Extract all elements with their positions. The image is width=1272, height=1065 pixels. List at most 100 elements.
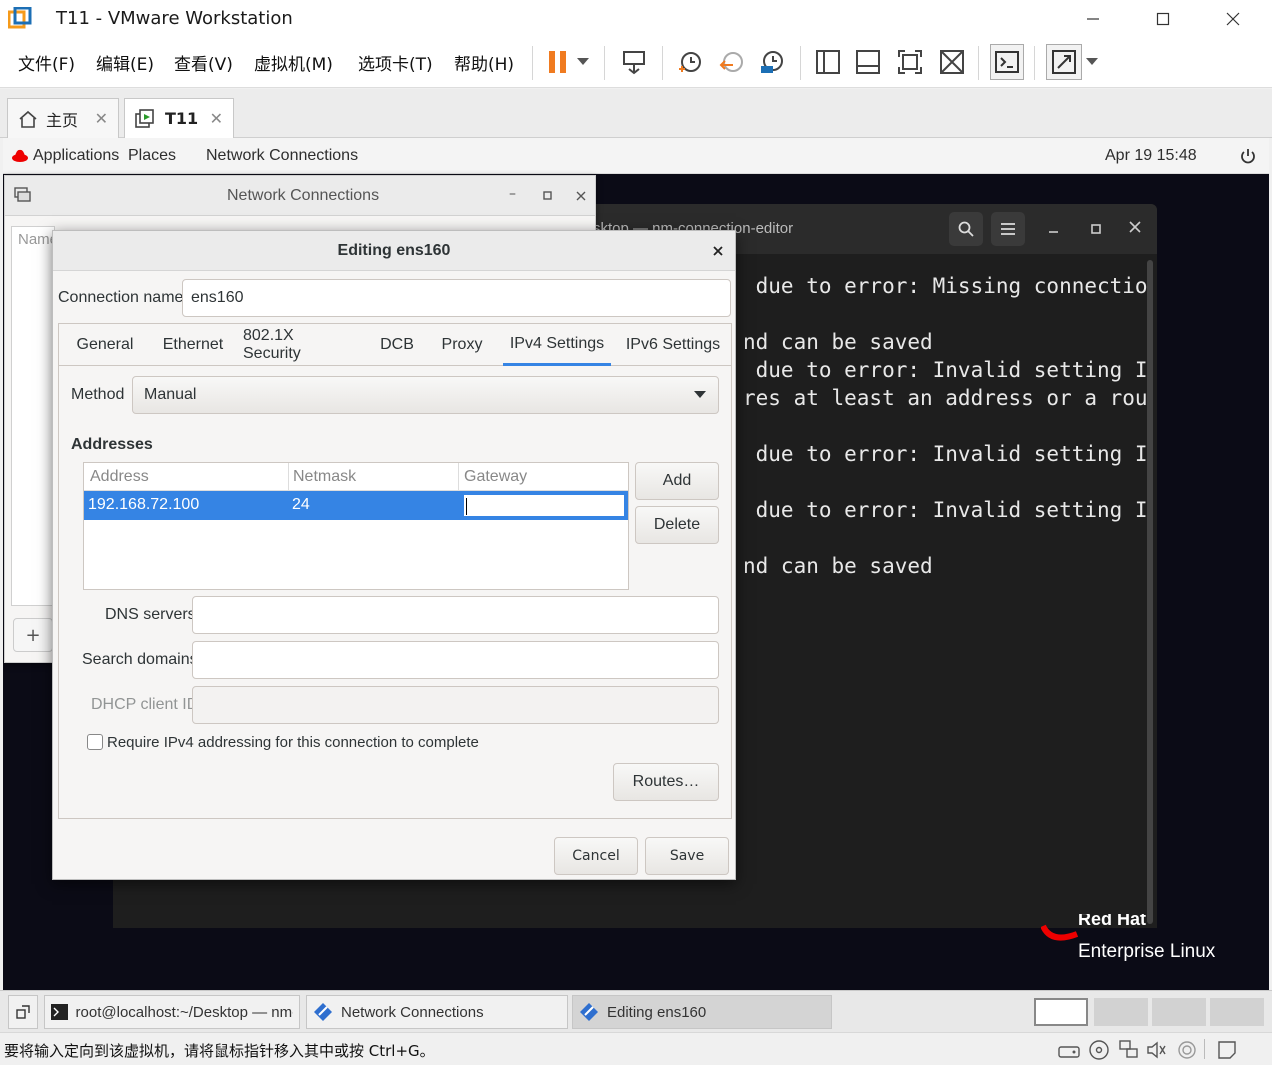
netmask-cell[interactable]: 24 — [292, 496, 310, 514]
task-terminal[interactable]: root@localhost:~/Desktop — nm-… — [44, 995, 300, 1029]
search-domains-field[interactable] — [192, 641, 719, 679]
method-value: Manual — [144, 386, 197, 403]
dns-servers-field[interactable] — [192, 596, 719, 634]
minimize-icon[interactable]: – — [509, 186, 516, 202]
close-icon[interactable]: ✕ — [210, 109, 223, 128]
table-row[interactable]: 192.168.72.100 24 — [84, 491, 628, 520]
workspace-2[interactable] — [1094, 998, 1148, 1026]
tab-general[interactable]: General — [67, 324, 143, 366]
chevron-down-icon[interactable] — [1082, 46, 1102, 78]
places-menu[interactable]: Places — [128, 147, 176, 165]
power-icon[interactable] — [1239, 147, 1257, 165]
tab-dcb[interactable]: DCB — [375, 324, 419, 366]
thumbnail-icon[interactable] — [852, 46, 884, 78]
send-ctrl-alt-del-icon[interactable] — [618, 46, 650, 78]
status-message: 要将输入定向到该虚拟机，请将鼠标指针移入其中或按 Ctrl+G。 — [4, 1042, 435, 1060]
tab-strip: General Ethernet 802.1X Security DCB Pro… — [59, 324, 731, 366]
close-button[interactable] — [1198, 0, 1268, 38]
tab-t11-label: T11 — [165, 109, 199, 128]
maximize-button[interactable] — [1128, 0, 1198, 38]
sound-icon[interactable] — [1146, 1040, 1168, 1060]
applications-menu[interactable]: Applications — [33, 147, 119, 165]
require-ipv4-label: Require IPv4 addressing for this connect… — [107, 734, 479, 751]
close-icon[interactable] — [713, 246, 723, 256]
tab-ipv6-settings[interactable]: IPv6 Settings — [619, 324, 727, 366]
terminal-icon — [51, 1004, 68, 1020]
sidebar-icon[interactable] — [812, 46, 844, 78]
address-cell[interactable]: 192.168.72.100 — [88, 496, 199, 514]
hamburger-menu-icon[interactable] — [991, 212, 1025, 246]
vmware-logo-icon — [7, 6, 32, 31]
pause-icon[interactable] — [542, 46, 574, 78]
tab-8021x-security[interactable]: 802.1X Security — [243, 324, 355, 366]
tab-t11[interactable]: T11 ✕ — [124, 98, 234, 138]
show-desktop-icon[interactable] — [8, 995, 38, 1029]
maximize-icon[interactable] — [1091, 222, 1101, 238]
message-log-icon[interactable] — [1216, 1039, 1238, 1061]
require-ipv4-checkbox[interactable] — [87, 734, 103, 750]
add-connection-button[interactable]: + — [13, 618, 53, 652]
tab-ethernet[interactable]: Ethernet — [151, 324, 235, 366]
network-manager-icon — [580, 1003, 598, 1021]
connection-name-label: Connection name — [58, 289, 184, 306]
workspace-3[interactable] — [1152, 998, 1206, 1026]
minimize-button[interactable] — [1058, 0, 1128, 38]
search-icon[interactable] — [949, 212, 983, 246]
revert-snapshot-icon[interactable] — [716, 46, 748, 78]
connection-name-field[interactable]: ens160 — [182, 279, 731, 317]
console-icon[interactable] — [990, 44, 1024, 80]
chevron-down-icon — [694, 391, 706, 398]
workspace-1[interactable] — [1034, 998, 1088, 1026]
close-icon[interactable] — [1129, 221, 1141, 237]
delete-address-button[interactable]: Delete — [635, 506, 719, 544]
snapshot-icon[interactable] — [674, 46, 706, 78]
gateway-column-header[interactable]: Gateway — [464, 468, 527, 486]
tab-ipv4-settings[interactable]: IPv4 Settings — [503, 324, 611, 366]
clock[interactable]: Apr 19 15:48 — [1105, 147, 1197, 165]
unity-icon[interactable] — [936, 46, 968, 78]
connection-list[interactable]: Name — [11, 226, 58, 606]
tab-proxy[interactable]: Proxy — [437, 324, 487, 366]
menu-edit[interactable]: 编辑(E) — [96, 50, 154, 75]
app-menu[interactable]: Network Connections — [206, 147, 358, 165]
network-icon — [14, 187, 31, 202]
menu-view[interactable]: 查看(V) — [174, 50, 233, 75]
nc-title: Network Connections — [227, 187, 380, 204]
editing-dialog[interactable]: Editing ens160 Connection name ens160 Ge… — [52, 230, 736, 880]
editor-title: Editing ens160 — [337, 242, 451, 259]
task-network-connections-label: Network Connections — [341, 1003, 484, 1021]
close-icon[interactable] — [576, 191, 586, 201]
workspace-4[interactable] — [1210, 998, 1264, 1026]
window-title: T11 - VMware Workstation — [56, 8, 293, 29]
snapshot-manager-icon[interactable] — [756, 46, 788, 78]
address-column-header[interactable]: Address — [90, 468, 149, 486]
nc-header: Network Connections – — [5, 176, 595, 216]
stretch-icon[interactable] — [1046, 44, 1082, 80]
task-editing-ens160[interactable]: Editing ens160 — [572, 995, 832, 1029]
usb-icon[interactable] — [1176, 1039, 1198, 1061]
add-address-button[interactable]: Add — [635, 462, 719, 500]
maximize-icon[interactable] — [543, 191, 552, 200]
fullscreen-icon[interactable] — [894, 46, 926, 78]
network-adapter-icon[interactable] — [1118, 1039, 1140, 1061]
terminal-scrollbar[interactable] — [1147, 260, 1153, 924]
netmask-column-header[interactable]: Netmask — [293, 468, 356, 486]
menu-bar: 文件(F) 编辑(E) 查看(V) 虚拟机(M) 选项卡(T) 帮助(H) — [0, 38, 1272, 88]
menu-file[interactable]: 文件(F) — [18, 50, 75, 75]
menu-help[interactable]: 帮助(H) — [454, 50, 514, 75]
gateway-cell-editor[interactable] — [462, 493, 626, 518]
minimize-icon[interactable] — [1049, 222, 1059, 238]
routes-button[interactable]: Routes… — [613, 763, 719, 801]
menu-vm[interactable]: 虚拟机(M) — [254, 50, 333, 75]
cancel-button[interactable]: Cancel — [554, 837, 638, 875]
method-dropdown[interactable]: Manual — [132, 376, 719, 414]
task-network-connections[interactable]: Network Connections — [306, 995, 568, 1029]
hard-disk-icon[interactable] — [1058, 1041, 1080, 1059]
close-icon[interactable]: ✕ — [95, 109, 108, 128]
save-button[interactable]: Save — [645, 837, 729, 875]
menu-tabs[interactable]: 选项卡(T) — [358, 50, 433, 75]
addresses-table[interactable]: Address Netmask Gateway 192.168.72.100 2… — [83, 462, 629, 590]
cd-rom-icon[interactable] — [1088, 1039, 1110, 1061]
tab-home[interactable]: 主页 ✕ — [7, 98, 119, 138]
chevron-down-icon[interactable] — [572, 46, 594, 78]
